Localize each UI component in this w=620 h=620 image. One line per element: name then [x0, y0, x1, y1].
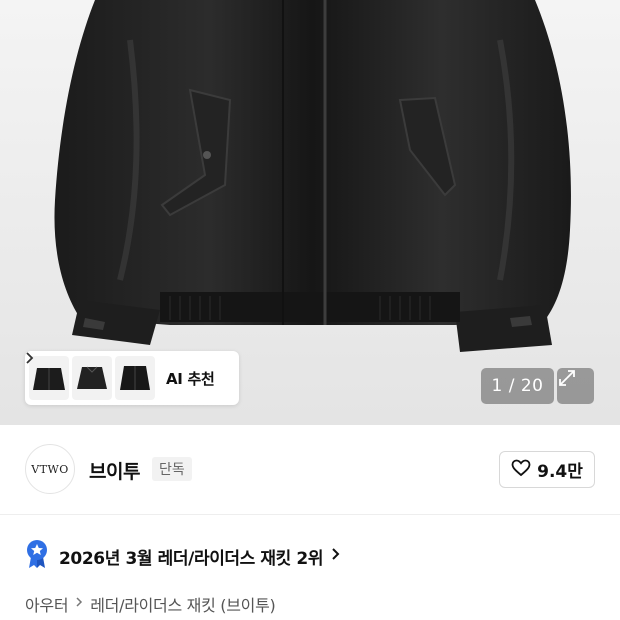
expand-image-button[interactable]: [557, 368, 594, 404]
exclusive-badge: 단독: [152, 457, 192, 481]
brand-row: VTWO 브이투 단독 9.4만: [0, 425, 620, 515]
image-counter: 1 / 20: [481, 368, 554, 404]
breadcrumb: 아우터 레더/라이더스 재킷 (브이투): [25, 591, 276, 617]
breadcrumb-item-category[interactable]: 레더/라이더스 재킷 (브이투): [90, 592, 275, 616]
heart-icon: [511, 459, 531, 481]
brand-logo-text: VTWO: [31, 462, 69, 476]
chevron-right-icon: [75, 596, 83, 612]
ai-thumbnail: [72, 356, 112, 400]
ai-thumbnail: [29, 356, 69, 400]
ranking-text: 2026년 3월 레더/라이더스 재킷 2위: [59, 548, 324, 569]
brand-name[interactable]: 브이투: [89, 457, 140, 484]
like-button[interactable]: 9.4만: [499, 451, 595, 488]
ai-thumbnail: [115, 356, 155, 400]
ranking-link[interactable]: 2026년 3월 레더/라이더스 재킷 2위: [25, 539, 340, 573]
ai-recommend-label: AI 추천: [166, 369, 215, 388]
ranking-medal-icon: [25, 539, 49, 573]
ai-recommend-button[interactable]: AI 추천: [25, 351, 239, 405]
product-image-carousel[interactable]: AI 추천 1 / 20: [0, 0, 620, 425]
breadcrumb-item-outer[interactable]: 아우터: [25, 592, 69, 616]
like-count: 9.4만: [537, 462, 583, 482]
chevron-right-icon: [331, 547, 340, 565]
brand-logo[interactable]: VTWO: [25, 444, 75, 494]
